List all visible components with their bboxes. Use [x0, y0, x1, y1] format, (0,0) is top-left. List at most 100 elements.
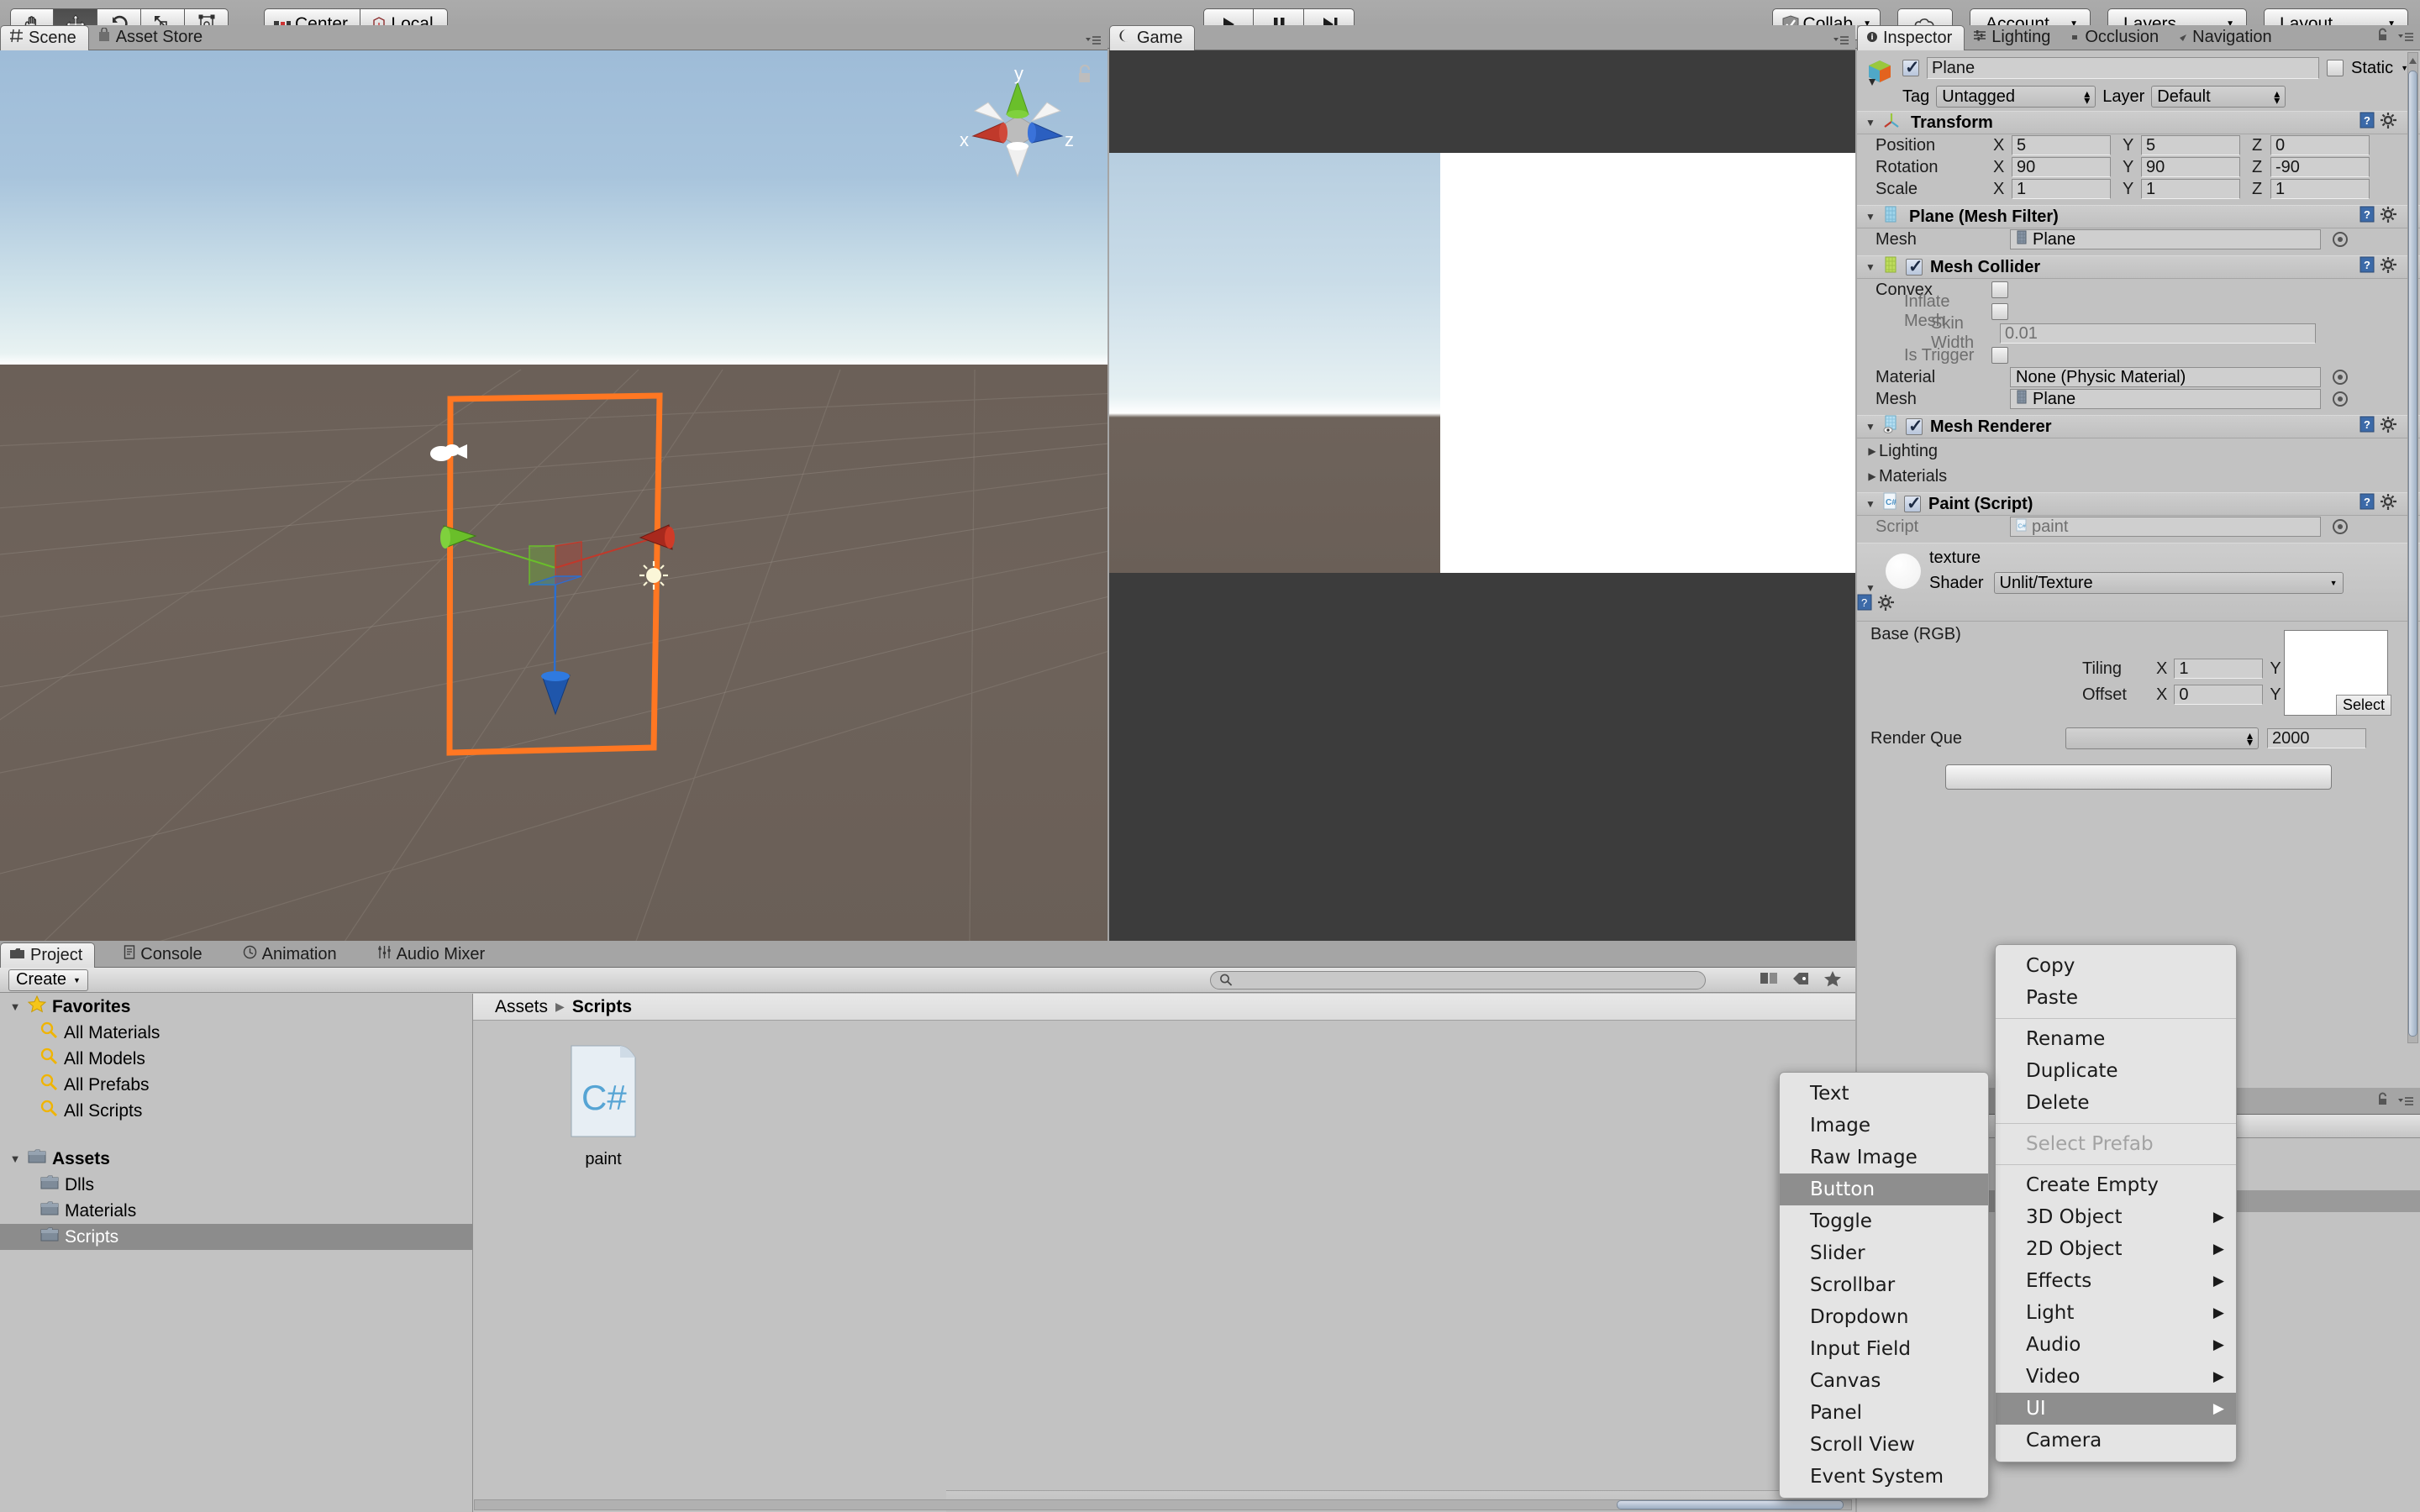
help-icon[interactable]: ? — [2360, 256, 2375, 278]
lock-icon[interactable] — [2376, 1091, 2389, 1110]
mesh-collider-enabled-checkbox[interactable] — [1906, 256, 1923, 277]
offset-x-input[interactable]: 0 — [2174, 685, 2264, 705]
project-horizontal-scrollbar[interactable] — [474, 1499, 1852, 1510]
help-icon[interactable]: ? — [2360, 416, 2375, 438]
collider-mesh-picker-icon[interactable] — [2333, 391, 2348, 407]
lock-icon[interactable] — [2376, 27, 2389, 46]
help-icon[interactable]: ? — [2360, 206, 2375, 228]
menu-item-ui[interactable]: UI ▶ — [1996, 1393, 2236, 1425]
menu-item-2d-object[interactable]: 2D Object ▶ — [1996, 1233, 2236, 1265]
menu-item-create-empty[interactable]: Create Empty — [1996, 1169, 2236, 1201]
submenu-item-event-system[interactable]: Event System — [1780, 1461, 1988, 1493]
selected-object-gizmo[interactable] — [0, 50, 1107, 941]
mesh-picker-icon[interactable] — [2333, 232, 2348, 247]
transform-rotation-x-input[interactable]: 90 — [2012, 157, 2111, 177]
object-enabled-checkbox[interactable] — [1902, 57, 1920, 78]
transform-rotation-z-input[interactable]: -90 — [2270, 157, 2370, 177]
tree-item-materials[interactable]: Materials — [0, 1198, 472, 1224]
tree-item-all-models[interactable]: All Models — [0, 1046, 472, 1072]
submenu-item-image[interactable]: Image — [1780, 1110, 1988, 1142]
hierarchy-tab-menu[interactable] — [2376, 1091, 2415, 1110]
gear-icon[interactable] — [2381, 206, 2396, 228]
menu-item-camera[interactable]: Camera — [1996, 1425, 2236, 1457]
transform-position-x-input[interactable]: 5 — [2012, 135, 2111, 155]
mesh-collider-component-header[interactable]: ▼ Mesh Collider ? — [1857, 255, 2420, 279]
axis-x-cone[interactable] — [971, 122, 1007, 144]
collider-mesh-field[interactable]: Plane — [2010, 389, 2321, 409]
gear-icon[interactable] — [2381, 112, 2396, 134]
axis-neg-z-cone[interactable] — [1030, 102, 1062, 123]
transform-scale-x-input[interactable]: 1 — [2012, 179, 2111, 199]
material-action-button[interactable] — [1945, 764, 2332, 790]
foldout-arrow-icon[interactable]: ▼ — [1864, 261, 1877, 273]
menu-item-audio[interactable]: Audio ▶ — [1996, 1329, 2236, 1361]
transform-position-z-input[interactable]: 0 — [2270, 135, 2370, 155]
tree-item-assets[interactable]: ▼ Assets — [0, 1146, 472, 1172]
tab-lighting[interactable]: Lighting — [1965, 24, 2062, 50]
submenu-item-scrollbar[interactable]: Scrollbar — [1780, 1269, 1988, 1301]
label-filter-icon[interactable] — [1791, 970, 1810, 992]
menu-item-light[interactable]: Light ▶ — [1996, 1297, 2236, 1329]
tab-game[interactable]: Game — [1109, 25, 1196, 50]
help-icon[interactable]: ? — [1857, 594, 1873, 615]
lighting-foldout-row[interactable]: ▶ Lighting — [1857, 438, 2420, 464]
axis-neg-x-cone[interactable] — [973, 102, 1005, 123]
render-queue-input[interactable]: 2000 — [2267, 728, 2366, 748]
scroll-up-arrow-icon[interactable] — [2407, 52, 2418, 69]
menu-item-effects[interactable]: Effects ▶ — [1996, 1265, 2236, 1297]
game-viewport[interactable] — [1109, 50, 1855, 941]
foldout-arrow-icon[interactable]: ▼ — [1864, 211, 1877, 223]
type-filter-icon[interactable] — [1760, 970, 1778, 992]
gear-icon[interactable] — [2381, 256, 2396, 278]
mesh-renderer-component-header[interactable]: ▼ Mesh Renderer ? — [1857, 415, 2420, 438]
foldout-arrow-icon[interactable]: ▼ — [8, 1000, 22, 1013]
axis-y-cone[interactable] — [1006, 81, 1029, 118]
foldout-arrow-icon[interactable]: ▼ — [1864, 421, 1877, 433]
tiling-x-input[interactable]: 1 — [2174, 659, 2264, 679]
scene-tab-menu[interactable] — [1084, 34, 1102, 46]
scene-viewport[interactable]: y x z — [0, 50, 1107, 941]
axis-neg-y-cone[interactable] — [1006, 142, 1029, 178]
foldout-arrow-collapsed-icon[interactable]: ▶ — [1865, 445, 1879, 457]
tree-item-all-scripts[interactable]: All Scripts — [0, 1098, 472, 1124]
foldout-arrow-icon[interactable]: ▼ — [1864, 498, 1877, 510]
transform-component-header[interactable]: ▼ Transform ? — [1857, 111, 2420, 134]
tag-dropdown[interactable]: Untagged ▴ ▾ — [1936, 86, 2096, 108]
menu-item-delete[interactable]: Delete — [1996, 1087, 2236, 1119]
favorite-filter-icon[interactable] — [1823, 970, 1842, 992]
menu-item-3d-object[interactable]: 3D Object ▶ — [1996, 1201, 2236, 1233]
tab-project[interactable]: Project — [0, 942, 96, 968]
foldout-arrow-icon[interactable]: ▼ — [1864, 117, 1877, 129]
inspector-scrollbar[interactable] — [2407, 52, 2418, 1043]
foldout-arrow-icon[interactable]: ▼ — [8, 1152, 22, 1165]
tab-console[interactable]: Console — [115, 942, 213, 967]
render-queue-dropdown[interactable]: ▴ ▾ — [2065, 727, 2259, 749]
skin-width-input[interactable]: 0.01 — [2000, 323, 2316, 344]
transform-position-y-input[interactable]: 5 — [2141, 135, 2240, 155]
scene-lock-icon[interactable] — [1076, 64, 1094, 89]
convex-checkbox[interactable] — [1991, 281, 2008, 298]
gameobject-context-menu[interactable]: Copy Paste Rename Duplicate Delete Select Pre… — [1995, 944, 2237, 1462]
texture-slot[interactable]: Select — [2284, 630, 2391, 716]
transform-rotation-y-input[interactable]: 90 — [2141, 157, 2240, 177]
menu-item-paste[interactable]: Paste — [1996, 982, 2236, 1014]
tab-scene[interactable]: Scene — [0, 25, 89, 50]
scrollbar-thumb[interactable] — [2408, 71, 2417, 1037]
tree-item-all-prefabs[interactable]: All Prefabs — [0, 1072, 472, 1098]
gear-icon[interactable] — [1877, 595, 1894, 615]
gear-icon[interactable] — [2381, 416, 2396, 438]
help-icon[interactable]: ? — [2360, 493, 2375, 515]
transform-scale-z-input[interactable]: 1 — [2270, 179, 2370, 199]
object-name-input[interactable]: Plane — [1927, 57, 2320, 79]
inflate-mesh-checkbox[interactable] — [1991, 303, 2008, 320]
tree-item-all-materials[interactable]: All Materials — [0, 1020, 472, 1046]
gear-icon[interactable] — [2381, 493, 2396, 515]
submenu-item-raw-image[interactable]: Raw Image — [1780, 1142, 1988, 1173]
tab-audio-mixer[interactable]: Audio Mixer — [369, 942, 497, 967]
submenu-item-panel[interactable]: Panel — [1780, 1397, 1988, 1429]
submenu-item-dropdown[interactable]: Dropdown — [1780, 1301, 1988, 1333]
material-picker-icon[interactable] — [2333, 370, 2348, 385]
submenu-item-slider[interactable]: Slider — [1780, 1237, 1988, 1269]
menu-item-video[interactable]: Video ▶ — [1996, 1361, 2236, 1393]
scrollbar-thumb[interactable] — [1617, 1500, 1844, 1509]
